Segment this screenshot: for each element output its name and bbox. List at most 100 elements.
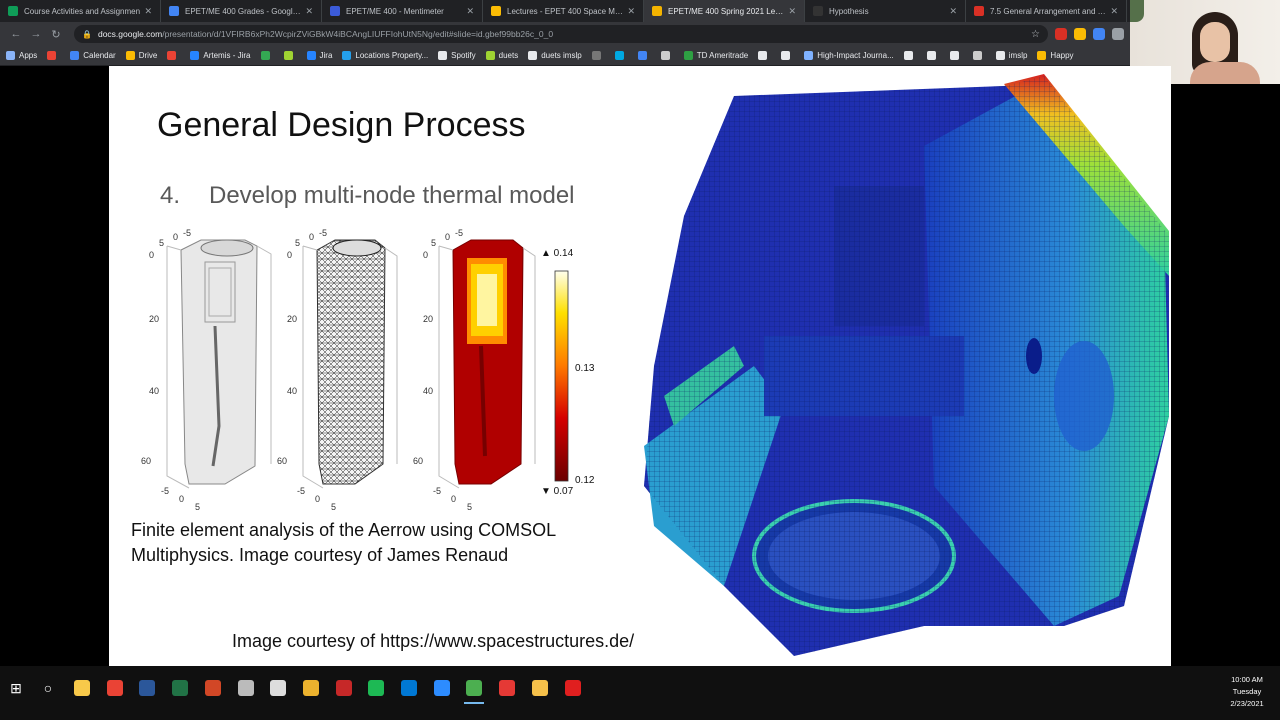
extension-icon[interactable] (1112, 28, 1124, 40)
bookmark-item[interactable]: Happy (1037, 51, 1074, 60)
tab-close-icon[interactable]: ✕ (144, 6, 152, 17)
bookmark-item[interactable] (591, 51, 605, 60)
taskbar-powerpoint-button[interactable] (199, 674, 227, 702)
slide-title: General Design Process (157, 106, 526, 144)
bookmark-item[interactable] (972, 51, 986, 60)
address-bar[interactable]: 🔒 docs.google.com /presentation/d/1VFIRB… (74, 25, 1048, 43)
back-icon[interactable]: ← (6, 28, 26, 40)
bookmark-favicon-icon (591, 51, 601, 60)
bookmark-favicon-icon (683, 51, 693, 60)
figure-caption: Finite element analysis of the Aerrow us… (131, 520, 556, 565)
bookmark-item[interactable] (926, 51, 940, 60)
bookmark-favicon-icon (614, 51, 624, 60)
taskbar-adobe-reader-button[interactable] (559, 674, 587, 702)
taskbar-app-gear-button[interactable] (493, 674, 521, 702)
axis-tick-label: -5 (161, 486, 169, 496)
bookmark-item[interactable]: Calendar (70, 51, 116, 60)
taskbar-outlook-button[interactable] (395, 674, 423, 702)
taskbar-app-red-button[interactable] (330, 674, 358, 702)
powerpoint-icon (204, 680, 221, 696)
tab-title: EPET/ME 400 Grades - Google D (185, 6, 302, 16)
extension-icon[interactable] (1074, 28, 1086, 40)
windows-start-icon[interactable]: ⊞ (2, 674, 30, 702)
system-clock[interactable]: 10:00 AM Tuesday 2/23/2021 (1222, 674, 1272, 710)
bookmark-item[interactable] (47, 51, 60, 60)
browser-tab[interactable]: Hypothesis ✕ (805, 0, 966, 22)
tab-close-icon[interactable]: ✕ (788, 6, 796, 17)
bookmark-star-icon[interactable]: ☆ (1031, 29, 1040, 40)
browser-tab[interactable]: EPET/ME 400 Spring 2021 Lectur ✕ (644, 0, 805, 22)
bookmark-label: Locations Property... (355, 51, 429, 60)
browser-tab[interactable]: 7.5 General Arrangement and De ✕ (966, 0, 1127, 22)
taskbar-zoom-button[interactable] (428, 674, 456, 702)
tab-close-icon[interactable]: ✕ (466, 6, 474, 17)
taskbar-acrobat-button[interactable] (264, 674, 292, 702)
axis-tick-label: 40 (287, 386, 297, 396)
outlook-icon (401, 680, 417, 696)
axis-tick-label: 0 (315, 494, 320, 504)
taskbar-slack-button[interactable] (297, 674, 325, 702)
axis-tick-label: 40 (423, 386, 433, 396)
colorbar-tick-label: 0.12 (575, 475, 595, 486)
bookmark-label: Drive (138, 51, 158, 60)
bookmark-item[interactable]: High-Impact Journa... (804, 51, 894, 60)
bookmark-item[interactable] (614, 51, 628, 60)
tab-close-icon[interactable]: ✕ (305, 6, 313, 17)
bookmark-item[interactable] (167, 51, 180, 60)
browser-tab[interactable]: EPET/ME 400 Grades - Google D ✕ (161, 0, 322, 22)
bookmark-item[interactable]: Jira (306, 51, 332, 60)
axis-tick-label: 60 (413, 456, 423, 466)
taskbar-app-cloud-button[interactable] (232, 674, 260, 702)
tab-strip: Course Activities and Assignmen ✕ EPET/ME … (0, 0, 1130, 22)
browser-tab[interactable]: EPET/ME 400 - Mentimeter ✕ (322, 0, 483, 22)
bookmark-favicon-icon (167, 51, 177, 60)
bookmark-item[interactable]: Locations Property... (342, 51, 428, 60)
reload-icon[interactable]: ↻ (46, 28, 66, 41)
webcam-person-body (1190, 62, 1260, 84)
bookmark-item[interactable] (260, 51, 274, 60)
bookmark-favicon-icon (637, 51, 647, 60)
bookmark-item[interactable] (758, 51, 771, 60)
bookmark-item[interactable]: Apps (6, 51, 37, 60)
taskbar-app-star-button[interactable] (526, 674, 554, 702)
bookmark-favicon-icon (70, 51, 80, 60)
bookmark-item[interactable] (903, 51, 917, 60)
bookmark-item[interactable] (637, 51, 651, 60)
forward-icon[interactable]: → (26, 28, 46, 40)
bookmark-item[interactable]: TD Ameritrade (683, 51, 748, 60)
taskbar-excel-button[interactable] (166, 674, 194, 702)
taskbar-chrome-button[interactable] (101, 674, 129, 702)
axis-tick-label: 0 (445, 232, 450, 242)
tab-close-icon[interactable]: ✕ (627, 6, 635, 17)
axis-tick-label: 0 (179, 494, 184, 504)
bookmark-item[interactable] (283, 51, 297, 60)
bookmark-item[interactable]: Artemis - Jira (190, 51, 251, 60)
bookmark-favicon-icon (125, 51, 135, 60)
extension-icon[interactable] (1093, 28, 1105, 40)
slide-step: 4. Develop multi-node thermal model (160, 182, 575, 210)
bookmark-item[interactable] (660, 51, 674, 60)
bookmark-item[interactable]: duets imslp (528, 51, 582, 60)
bookmark-item[interactable] (781, 51, 794, 60)
extension-icon[interactable] (1055, 28, 1067, 40)
axis-tick-label: 0 (423, 250, 428, 260)
browser-tab[interactable]: Course Activities and Assignmen ✕ (0, 0, 161, 22)
browser-tab[interactable]: Lectures - EPET 400 Space Missio ✕ (483, 0, 644, 22)
taskbar-spotify-button[interactable] (362, 674, 390, 702)
tab-close-icon[interactable]: ✕ (949, 6, 957, 17)
bookmark-item[interactable]: imslp (995, 51, 1027, 60)
taskbar-word-button[interactable] (133, 674, 161, 702)
clock-time: 10:00 AM (1231, 675, 1263, 684)
taskbar-file-explorer-button[interactable] (68, 674, 96, 702)
bookmark-item[interactable]: Spotify (438, 51, 476, 60)
bookmarks-bar: Apps Calendar Drive Artemis - Jira Jira Locat… (0, 46, 1130, 66)
taskbar-chrome-active-button[interactable] (460, 674, 488, 704)
bookmark-item[interactable]: Drive (125, 51, 158, 60)
tab-close-icon[interactable]: ✕ (1110, 6, 1118, 17)
satellite-fem-image (644, 74, 1169, 656)
bookmark-favicon-icon (260, 51, 270, 60)
search-icon[interactable]: ○ (34, 674, 62, 702)
bookmark-favicon-icon (47, 51, 57, 60)
bookmark-item[interactable] (949, 51, 963, 60)
bookmark-item[interactable]: duets (485, 51, 518, 60)
